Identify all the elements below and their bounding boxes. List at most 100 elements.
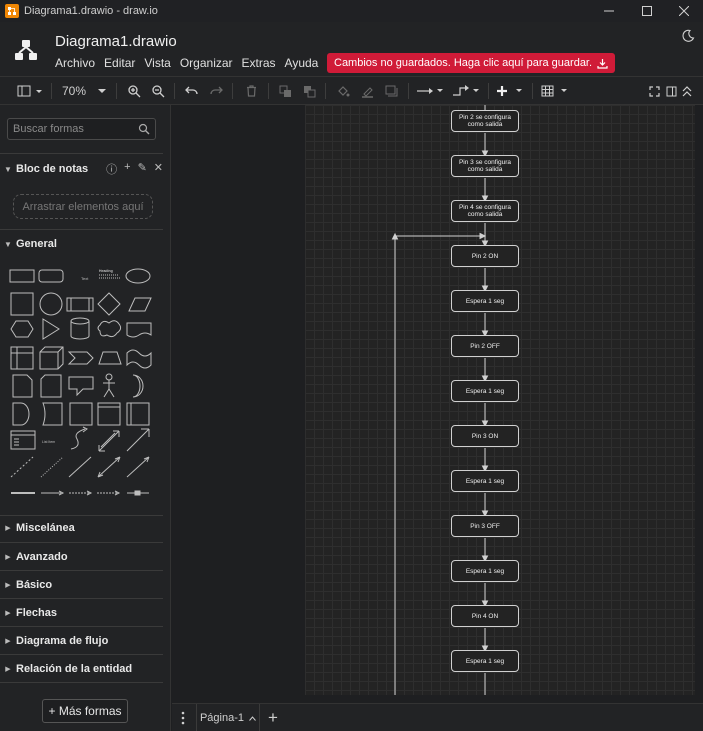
help-icon[interactable]: ⓘ (106, 161, 117, 177)
page-tab[interactable]: Página-1 (196, 704, 260, 731)
menu-archivo[interactable]: Archivo (55, 56, 95, 70)
section-title: Básico (16, 579, 53, 591)
flow-node-pin4-config[interactable]: Pin 4 se configura como salida (451, 200, 519, 222)
sidebar-divider (0, 153, 163, 154)
triangle-shape (42, 318, 60, 340)
diamond-shape (97, 292, 121, 316)
insert-icon[interactable] (495, 77, 525, 105)
panels-icon[interactable] (663, 77, 679, 105)
close-icon[interactable] (665, 0, 703, 22)
flow-node-pin3-on[interactable]: Pin 3 ON (451, 425, 519, 447)
hexagon-shape (10, 320, 34, 338)
scratchpad-title: Bloc de notas (16, 163, 89, 175)
title-bar: Diagrama1.drawio - draw.io (0, 0, 703, 22)
drawio-app-icon (5, 4, 19, 18)
parallelogram-shape (128, 297, 152, 312)
waypoints-icon[interactable] (451, 77, 481, 105)
edit-icon[interactable]: ✎ (138, 161, 147, 177)
zoom-in-icon[interactable] (125, 77, 143, 105)
page-tab-label: Página-1 (199, 712, 245, 724)
sidebar-divider (0, 229, 163, 230)
unsaved-changes-button[interactable]: Cambios no guardados. Haga clic aquí par… (327, 53, 616, 73)
section-avanzado[interactable]: ▶ Avanzado (0, 544, 171, 570)
redo-icon[interactable] (207, 77, 225, 105)
toolbar-separator (174, 83, 175, 99)
diagram-canvas[interactable]: Pin 2 se configura como salida Pin 3 se … (172, 105, 703, 703)
scratchpad-actions: ⓘ + ✎ ✕ (106, 161, 163, 177)
section-diagrama-de-flujo[interactable]: ▶ Diagrama de flujo (0, 628, 171, 654)
format-panel-icon[interactable] (14, 77, 46, 105)
rectangle-shape (9, 269, 35, 283)
search-placeholder: Buscar formas (13, 123, 84, 135)
menu-ayuda[interactable]: Ayuda (285, 56, 319, 70)
section-relacion-entidad[interactable]: ▶ Relación de la entidad (0, 656, 171, 682)
document-title[interactable]: Diagrama1.drawio (55, 33, 177, 50)
flow-node-pin3-off[interactable]: Pin 3 OFF (451, 515, 519, 537)
chevron-up-icon[interactable] (249, 715, 256, 721)
to-back-icon[interactable] (300, 77, 318, 105)
connection-icon[interactable] (415, 77, 445, 105)
general-shapes-palette[interactable]: Text Heading List Item (7, 263, 157, 503)
maximize-icon[interactable] (628, 0, 666, 22)
delete-icon[interactable] (242, 77, 260, 105)
collapsed-triangle-icon: ▶ (5, 610, 11, 617)
section-flechas[interactable]: ▶ Flechas (0, 600, 171, 626)
scratchpad-dropzone[interactable]: Arrastrar elementos aquí (13, 194, 153, 219)
cloud-shape (97, 320, 122, 338)
heading-shape-label: Heading (99, 269, 113, 273)
undo-icon[interactable] (182, 77, 200, 105)
flow-node-wait[interactable]: Espera 1 seg (451, 560, 519, 582)
flow-node-wait[interactable]: Espera 1 seg (451, 380, 519, 402)
moon-icon[interactable] (681, 29, 695, 43)
circle-shape (39, 292, 63, 316)
toolbar-separator (325, 83, 326, 99)
menu-bar: Archivo Editar Vista Organizar Extras Ay… (55, 56, 327, 70)
shadow-icon[interactable] (382, 77, 400, 105)
section-basico[interactable]: ▶ Básico (0, 572, 171, 598)
fill-color-icon[interactable] (334, 77, 352, 105)
flow-node-pin4-on[interactable]: Pin 4 ON (451, 605, 519, 627)
more-shapes-button[interactable]: + Más formas (42, 699, 128, 723)
flow-node-pin2-off[interactable]: Pin 2 OFF (451, 335, 519, 357)
table-icon[interactable] (540, 77, 570, 105)
line-color-icon[interactable] (358, 77, 376, 105)
flow-node-wait[interactable]: Espera 1 seg (451, 470, 519, 492)
expanded-triangle-icon: ▼ (4, 239, 12, 249)
collapse-icon[interactable] (679, 77, 695, 105)
sidebar-divider (0, 542, 163, 543)
diagram-page[interactable]: Pin 2 se configura como salida Pin 3 se … (305, 105, 695, 695)
fullscreen-icon[interactable] (646, 77, 662, 105)
close-icon[interactable]: ✕ (154, 161, 163, 177)
to-front-icon[interactable] (276, 77, 294, 105)
square-shape (10, 292, 34, 316)
search-icon[interactable] (138, 123, 150, 135)
menu-vista[interactable]: Vista (144, 56, 170, 70)
menu-editar[interactable]: Editar (104, 56, 135, 70)
menu-organizar[interactable]: Organizar (180, 56, 233, 70)
flow-node-pin3-config[interactable]: Pin 3 se configura como salida (451, 155, 519, 177)
minimize-icon[interactable] (590, 0, 628, 22)
pages-menu-icon[interactable] (180, 710, 186, 726)
drawio-logo-icon (15, 40, 37, 60)
app-header: Diagrama1.drawio Archivo Editar Vista Or… (0, 22, 703, 76)
add-page-button[interactable]: + (268, 708, 278, 728)
zoom-out-icon[interactable] (149, 77, 167, 105)
download-icon (597, 58, 608, 69)
window-title: Diagrama1.drawio - draw.io (24, 5, 158, 17)
scratchpad-header[interactable]: ▼ Bloc de notas ⓘ + ✎ ✕ (0, 156, 171, 182)
flow-node-wait[interactable]: Espera 1 seg (451, 290, 519, 312)
chevron-down-icon (98, 88, 106, 93)
flow-node-pin2-on[interactable]: Pin 2 ON (451, 245, 519, 267)
section-miscelanea[interactable]: ▶ Miscelánea (0, 515, 171, 541)
zoom-dropdown[interactable]: 70% (58, 77, 110, 105)
sidebar-divider (0, 626, 163, 627)
menu-extras[interactable]: Extras (242, 56, 276, 70)
general-section-title: General (16, 238, 57, 250)
search-shapes-input[interactable]: Buscar formas (7, 118, 156, 140)
rounded-rectangle-shape (38, 269, 64, 283)
add-icon[interactable]: + (124, 161, 130, 177)
flow-node-wait[interactable]: Espera 1 seg (451, 650, 519, 672)
general-section-header[interactable]: ▼ General (0, 231, 171, 257)
sidebar-divider (0, 598, 163, 599)
flow-node-pin2-config[interactable]: Pin 2 se configura como salida (451, 110, 519, 132)
